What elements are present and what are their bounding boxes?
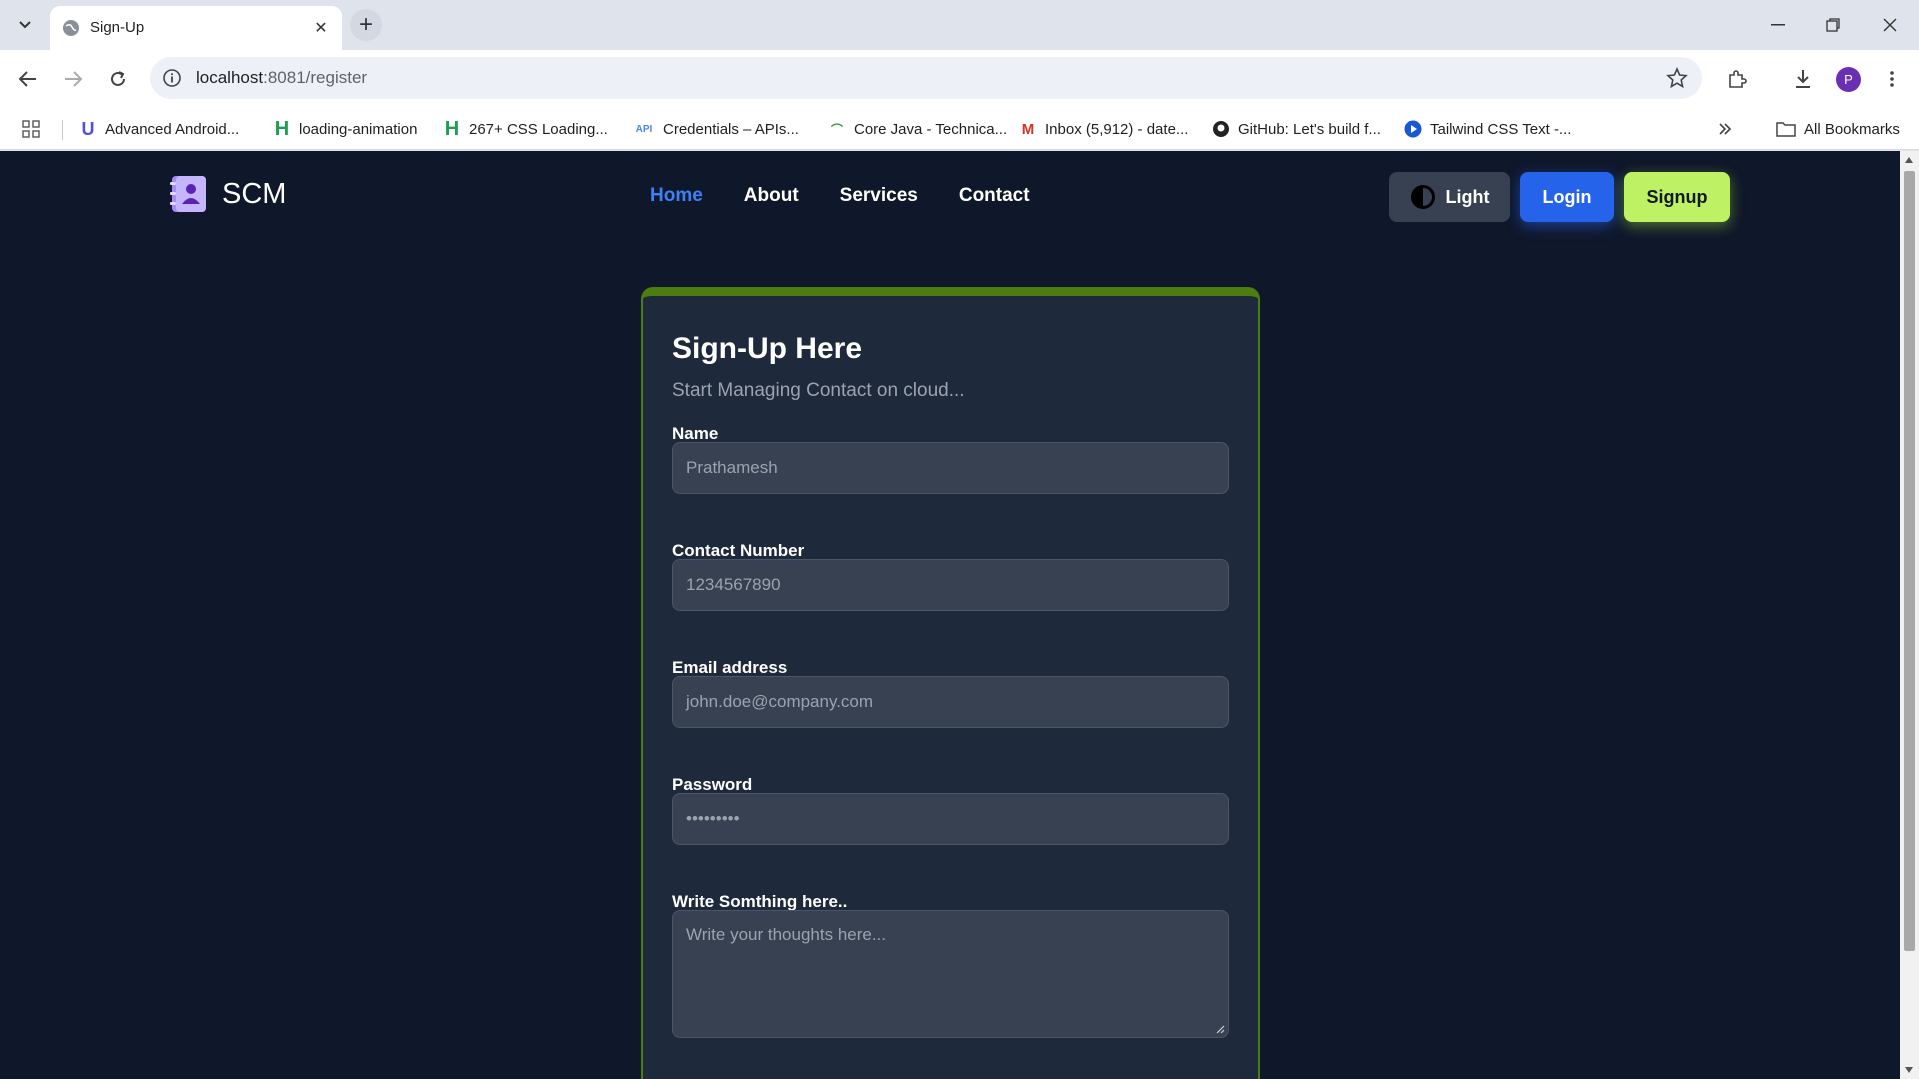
api-icon: API: [635, 123, 653, 135]
site-nav: Home About Services Contact: [650, 185, 1030, 207]
restore-icon[interactable]: [1815, 10, 1851, 40]
contact-book-logo-icon: [170, 176, 206, 212]
password-input[interactable]: •••••••••: [672, 793, 1229, 845]
site-info-icon[interactable]: [162, 68, 182, 88]
h-logo-icon: H: [444, 117, 460, 140]
site-brand[interactable]: SCM: [170, 174, 286, 214]
tab-search-chevron-icon[interactable]: [12, 12, 38, 38]
scrollbar-thumb[interactable]: [1904, 171, 1915, 951]
form-title: Sign-Up Here: [672, 332, 863, 365]
name-input[interactable]: Prathamesh: [672, 442, 1229, 494]
bookmarks-divider: [62, 120, 63, 140]
close-window-icon[interactable]: [1872, 10, 1908, 40]
address-bar[interactable]: localhost:8081/register: [150, 57, 1702, 99]
play-icon: [1404, 120, 1422, 138]
bookmark-item[interactable]: Tailwind CSS Text -...: [1404, 118, 1571, 140]
u-logo-icon: U: [81, 118, 95, 139]
forward-arrow-icon[interactable]: [58, 64, 88, 94]
h-logo-icon: H: [274, 117, 290, 140]
kebab-menu-icon[interactable]: [1877, 64, 1907, 94]
bookmark-item[interactable]: M Inbox (5,912) - date...: [1019, 118, 1189, 140]
bookmark-item[interactable]: ⌒ Core Java - Technica...: [828, 118, 1007, 140]
email-input[interactable]: john.doe@company.com: [672, 676, 1229, 728]
reload-icon[interactable]: [103, 64, 133, 94]
browser-tab[interactable]: Sign-Up ✕: [50, 6, 342, 50]
bookmark-item[interactable]: GitHub: Let's build f...: [1212, 118, 1381, 140]
minimize-icon[interactable]: [1760, 10, 1796, 40]
email-label: Email address: [672, 658, 788, 677]
tab-title: Sign-Up: [90, 19, 145, 36]
bookmark-item[interactable]: H 267+ CSS Loading...: [443, 118, 608, 140]
bookmark-item[interactable]: API Credentials – APIs...: [633, 118, 799, 140]
extensions-puzzle-icon[interactable]: [1722, 64, 1752, 94]
phone-label: Contact Number: [672, 541, 805, 560]
nav-link-home[interactable]: Home: [650, 185, 703, 207]
download-icon[interactable]: [1788, 64, 1818, 94]
bookmark-star-icon[interactable]: [1666, 67, 1688, 89]
page-viewport: SCM Home About Services Contact Light Lo…: [0, 151, 1900, 1079]
nav-link-contact[interactable]: Contact: [959, 185, 1030, 207]
page-scrollbar[interactable]: [1900, 151, 1919, 1079]
profile-avatar[interactable]: P: [1836, 67, 1861, 92]
url-text: localhost:8081/register: [196, 68, 368, 87]
gmail-icon: M: [1021, 120, 1035, 138]
browser-toolbar: localhost:8081/register P: [0, 50, 1919, 108]
scroll-down-arrow-icon[interactable]: [1905, 1067, 1913, 1073]
brand-name: SCM: [222, 177, 287, 210]
folder-icon: [1776, 122, 1796, 137]
github-icon: [1212, 120, 1230, 138]
resize-grip-icon[interactable]: [1216, 1025, 1225, 1034]
nav-link-services[interactable]: Services: [840, 185, 918, 207]
form-subtitle: Start Managing Contact on cloud...: [672, 380, 965, 401]
leaf-icon: ⌒: [830, 122, 843, 137]
signup-button[interactable]: Signup: [1624, 172, 1730, 222]
bookmarks-bar: U Advanced Android... H loading-animatio…: [0, 108, 1919, 150]
all-bookmarks-folder[interactable]: All Bookmarks: [1776, 118, 1900, 140]
theme-toggle-button[interactable]: Light: [1389, 172, 1510, 222]
about-label: Write Somthing here..: [672, 892, 848, 911]
login-button[interactable]: Login: [1520, 172, 1614, 222]
half-moon-icon: [1410, 185, 1435, 209]
globe-icon: [63, 20, 79, 36]
browser-tab-bar: Sign-Up ✕ +: [0, 0, 1919, 50]
about-textarea[interactable]: Write your thoughts here...: [672, 910, 1229, 1038]
nav-link-about[interactable]: About: [744, 185, 799, 207]
back-arrow-icon[interactable]: [13, 64, 43, 94]
bookmark-item[interactable]: H loading-animation: [273, 117, 418, 140]
signup-card: Sign-Up Here Start Managing Contact on c…: [641, 287, 1260, 1079]
phone-input[interactable]: 1234567890: [672, 559, 1229, 611]
new-tab-plus-icon[interactable]: +: [350, 9, 382, 41]
more-bookmarks-chevron-icon[interactable]: [1718, 118, 1732, 140]
password-label: Password: [672, 775, 753, 794]
apps-grid-icon[interactable]: [22, 118, 40, 140]
tab-close-icon[interactable]: ✕: [310, 17, 332, 39]
name-label: Name: [672, 424, 719, 443]
scroll-up-arrow-icon[interactable]: [1905, 157, 1913, 163]
bookmark-item[interactable]: U Advanced Android...: [79, 118, 240, 140]
